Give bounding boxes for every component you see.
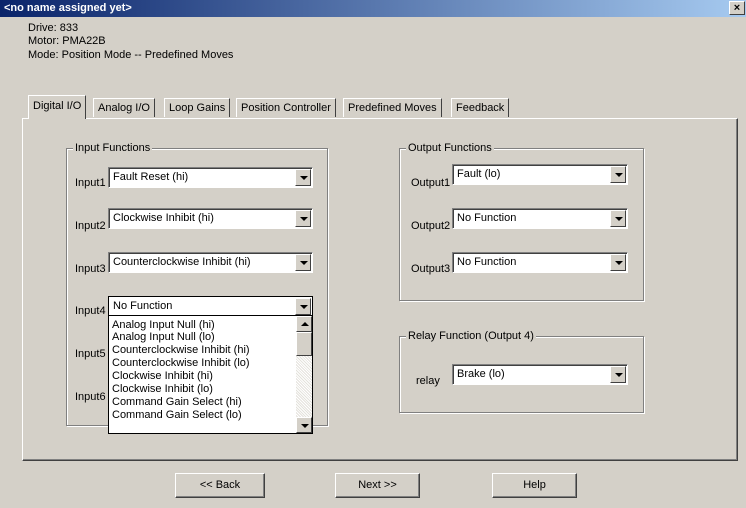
scroll-thumb[interactable] xyxy=(296,332,312,356)
input5-label: Input5 xyxy=(75,348,106,360)
drive-info: Drive: 833 xyxy=(28,22,79,34)
chevron-up-icon xyxy=(301,322,309,326)
output2-label: Output2 xyxy=(411,220,451,232)
tab-feedback[interactable]: Feedback xyxy=(451,98,510,117)
relay-function-title: Relay Function (Output 4) xyxy=(406,329,536,343)
input1-label: Input1 xyxy=(75,177,106,189)
output3-select[interactable]: No Function xyxy=(452,252,628,273)
list-item[interactable]: Clockwise Inhibit (hi) xyxy=(112,370,213,382)
input4-dropdown-list[interactable]: Analog Input Null (hi) Analog Input Null… xyxy=(108,315,313,434)
close-icon: × xyxy=(733,2,741,14)
tab-position-controller[interactable]: Position Controller xyxy=(236,98,336,117)
tab-digital-io[interactable]: Digital I/O xyxy=(28,95,87,119)
tab-predefined-moves[interactable]: Predefined Moves xyxy=(343,98,442,117)
input2-select[interactable]: Clockwise Inhibit (hi) xyxy=(108,208,313,229)
list-item[interactable]: Command Gain Select (hi) xyxy=(112,396,242,408)
scroll-down-button[interactable] xyxy=(296,417,312,433)
list-item[interactable]: Command Gain Select (lo) xyxy=(112,409,242,421)
back-button[interactable]: << Back xyxy=(175,473,265,498)
close-button[interactable]: × xyxy=(729,1,745,15)
input2-label: Input2 xyxy=(75,220,106,232)
help-button[interactable]: Help xyxy=(492,473,577,498)
list-item[interactable]: Analog Input Null (hi) xyxy=(112,319,215,331)
tab-loop-gains[interactable]: Loop Gains xyxy=(164,98,231,117)
next-button[interactable]: Next >> xyxy=(335,473,420,498)
chevron-down-icon[interactable] xyxy=(610,210,626,227)
chevron-down-icon[interactable] xyxy=(295,298,311,315)
chevron-down-icon[interactable] xyxy=(295,169,311,186)
motor-info: Motor: PMA22B xyxy=(28,35,106,47)
output1-select[interactable]: Fault (lo) xyxy=(452,164,628,185)
window-title: <no name assigned yet> xyxy=(4,2,132,14)
input-functions-title: Input Functions xyxy=(73,141,153,155)
chevron-down-icon[interactable] xyxy=(610,366,626,383)
tab-analog-io[interactable]: Analog I/O xyxy=(93,98,155,117)
relay-label: relay xyxy=(416,375,440,387)
input6-label: Input6 xyxy=(75,391,106,403)
input4-label: Input4 xyxy=(75,305,106,317)
chevron-down-icon[interactable] xyxy=(610,254,626,271)
output1-label: Output1 xyxy=(411,177,451,189)
mode-info: Mode: Position Mode -- Predefined Moves xyxy=(28,49,234,61)
output2-select[interactable]: No Function xyxy=(452,208,628,229)
input4-select[interactable]: No Function xyxy=(108,296,313,317)
chevron-down-icon[interactable] xyxy=(295,210,311,227)
input3-select[interactable]: Counterclockwise Inhibit (hi) xyxy=(108,252,313,273)
title-bar: <no name assigned yet> × xyxy=(0,0,746,17)
input3-label: Input3 xyxy=(75,263,106,275)
dropdown-scrollbar[interactable] xyxy=(296,316,312,433)
list-item[interactable]: Counterclockwise Inhibit (lo) xyxy=(112,357,250,369)
relay-select[interactable]: Brake (lo) xyxy=(452,364,628,385)
list-item[interactable]: Counterclockwise Inhibit (hi) xyxy=(112,344,250,356)
chevron-down-icon[interactable] xyxy=(295,254,311,271)
list-item[interactable]: Clockwise Inhibit (lo) xyxy=(112,383,213,395)
output-functions-title: Output Functions xyxy=(406,141,494,155)
scroll-up-button[interactable] xyxy=(296,316,312,332)
chevron-down-icon xyxy=(301,424,309,428)
list-item[interactable]: Analog Input Null (lo) xyxy=(112,331,215,343)
output3-label: Output3 xyxy=(411,263,451,275)
input1-select[interactable]: Fault Reset (hi) xyxy=(108,167,313,188)
chevron-down-icon[interactable] xyxy=(610,166,626,183)
